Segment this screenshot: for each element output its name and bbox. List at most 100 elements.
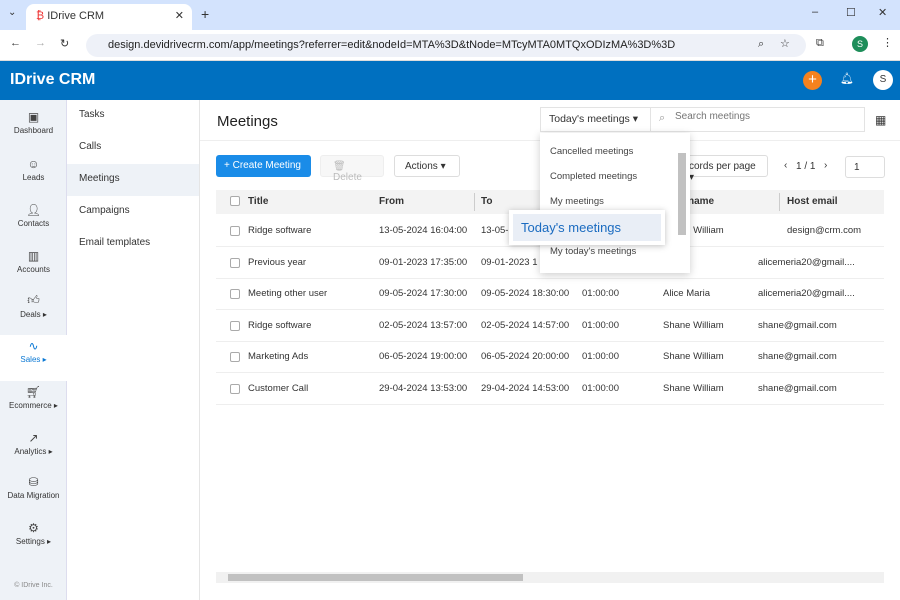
table-cell: 29-04-2024 14:53:00 (481, 383, 570, 394)
table-cell: Shane William (663, 351, 724, 363)
pulse-icon: ∿ (28, 339, 39, 353)
submenu-item-meetings[interactable]: Meetings (67, 164, 199, 196)
maximize-icon[interactable]: ☐ (846, 6, 856, 19)
scrollbar-thumb[interactable] (228, 574, 523, 581)
create-meeting-button[interactable]: + Create Meeting (216, 155, 311, 177)
bell-icon[interactable]: 🔔︎ (840, 72, 854, 85)
url-input[interactable]: design.devidrivecrm.com/app/meetings?ref… (86, 34, 806, 57)
row-checkbox[interactable] (230, 289, 240, 300)
table-cell: 01:00:00 (582, 383, 619, 394)
dropdown-option[interactable]: Cancelled meetings (550, 146, 633, 157)
menu-icon[interactable]: ⋮ (882, 36, 893, 49)
row-checkbox[interactable] (230, 320, 240, 331)
next-page-icon[interactable]: › (824, 160, 827, 171)
table-cell: alicemeria20@gmail.... (758, 256, 855, 268)
close-window-icon[interactable]: ✕ (878, 6, 887, 19)
highlighted-option[interactable]: Today's meetings (509, 210, 665, 245)
browser-tab-bar: ⌄ ₿ IDrive CRM ✕ + – ☐ ✕ (0, 0, 900, 30)
rail-item-sales[interactable]: ∿ Sales ▸ (0, 335, 67, 381)
delete-button[interactable]: 🗑︎ Delete (320, 155, 384, 183)
table-cell: alicemeria20@gmail.... (758, 288, 855, 300)
meeting-title-link[interactable]: Marketing Ads (248, 351, 308, 362)
submenu-item-calls[interactable]: Calls (67, 132, 199, 164)
column-resizer[interactable] (779, 193, 780, 211)
filter-dropdown: Cancelled meetings Completed meetings My m… (540, 133, 690, 273)
select-all-checkbox[interactable] (230, 196, 240, 206)
row-divider (216, 372, 884, 374)
submenu-item-tasks[interactable]: Tasks (67, 100, 199, 132)
row-checkbox[interactable] (230, 384, 240, 394)
rail-item-label: Ecommerce ▸ (9, 401, 58, 410)
chart-icon: ↗ (28, 431, 39, 445)
table-cell: 01:00:00 (582, 288, 619, 300)
actions-button[interactable]: Actions ▾ (394, 155, 460, 177)
rail-item-contacts[interactable]: 👤︎ Contacts (0, 199, 67, 245)
zoom-icon[interactable]: ⌕ (758, 38, 764, 51)
rail-item-label: Dashboard (13, 126, 54, 135)
rail-item-analytics[interactable]: ↗ Analytics ▸ (0, 427, 67, 473)
page-input[interactable]: 1 (845, 156, 885, 178)
meeting-title-link[interactable]: Ridge software (248, 320, 311, 331)
search-input[interactable] (675, 111, 855, 122)
database-icon: ⛁ (28, 475, 39, 489)
horizontal-scrollbar[interactable] (216, 572, 884, 583)
column-resizer[interactable] (474, 193, 475, 211)
user-avatar[interactable]: S (873, 70, 893, 90)
close-tab-icon[interactable]: ✕ (175, 9, 184, 22)
dropdown-option[interactable]: My today's meetings (550, 246, 636, 257)
minimize-icon[interactable]: – (812, 6, 818, 18)
rail-item-leads[interactable]: ☺ Leads (0, 153, 67, 199)
table-cell: 02-05-2024 14:57:00 (481, 319, 570, 331)
rail-item-label: Sales ▸ (20, 355, 47, 364)
bookmark-star-icon[interactable]: ☆ (780, 37, 790, 50)
column-header[interactable]: To (481, 196, 492, 207)
rail-item-label: Deals ▸ (20, 310, 47, 319)
submenu-item-email-templates[interactable]: Email templates (67, 228, 199, 260)
row-divider (216, 309, 884, 311)
forward-icon[interactable]: → (35, 37, 46, 49)
table-cell: Shane William (663, 383, 724, 394)
rail-item-ecommerce[interactable]: 🛒︎ Ecommerce ▸ (0, 381, 67, 427)
dropdown-option[interactable]: My meetings (550, 196, 604, 207)
tab-search-icon[interactable]: ⌄ (8, 7, 16, 18)
extensions-icon[interactable]: ⧉ (816, 37, 824, 50)
row-checkbox[interactable] (230, 257, 240, 268)
meeting-title-link[interactable]: Previous year (248, 257, 306, 268)
column-header[interactable]: Title (248, 196, 268, 207)
table-cell: 09-01-2023 17:35:00 (379, 256, 468, 268)
submenu-item-campaigns[interactable]: Campaigns (67, 196, 199, 228)
dropdown-option[interactable]: Completed meetings (550, 171, 637, 182)
column-header[interactable]: From (379, 196, 404, 207)
profile-avatar[interactable]: S (852, 36, 868, 52)
records-per-page-select[interactable]: cords per page ▾ (680, 155, 768, 183)
sales-submenu: Tasks Calls Meetings Campaigns Email templat… (67, 100, 200, 600)
row-checkbox[interactable] (230, 352, 240, 363)
calendar-icon[interactable]: ▦ (875, 113, 886, 127)
new-tab-icon[interactable]: + (201, 6, 209, 22)
rail-item-dashboard[interactable]: ▣ Dashboard (0, 106, 67, 152)
browser-tab[interactable]: ₿ IDrive CRM ✕ (26, 4, 192, 30)
table-cell: 06-05-2024 20:00:00 (481, 351, 570, 363)
back-icon[interactable]: ← (10, 37, 21, 49)
rail-item-accounts[interactable]: ▥ Accounts (0, 245, 67, 291)
prev-page-icon[interactable]: ‹ (784, 160, 787, 171)
rail-item-datamigration[interactable]: ⛁ Data Migration (0, 471, 67, 517)
rail-item-deals[interactable]: 👍︎ Deals ▸ (0, 289, 67, 335)
filter-select[interactable]: Today's meetings ▾ (541, 108, 651, 131)
dropdown-scrollbar[interactable] (678, 153, 686, 235)
rail-item-label: Accounts (17, 265, 50, 274)
meeting-title-link[interactable]: Customer Call (248, 383, 308, 394)
row-divider (216, 404, 884, 405)
table-cell: design@crm.com (787, 225, 862, 236)
accounts-icon: ▥ (27, 249, 40, 263)
rail-item-settings[interactable]: ⚙ Settings ▸ (0, 517, 67, 563)
reload-icon[interactable]: ↻ (60, 37, 69, 50)
column-header[interactable]: Host email (787, 196, 838, 207)
row-checkbox[interactable] (230, 226, 240, 236)
add-icon[interactable]: + (803, 71, 822, 90)
logo[interactable]: IDrive CRM (10, 71, 95, 89)
table-cell: 09-05-2024 17:30:00 (379, 288, 468, 300)
table-cell: 13-05-2024 16:04:00 (379, 225, 468, 236)
meeting-title-link[interactable]: Ridge software (248, 225, 311, 236)
meeting-title-link[interactable]: Meeting other user (248, 288, 327, 299)
